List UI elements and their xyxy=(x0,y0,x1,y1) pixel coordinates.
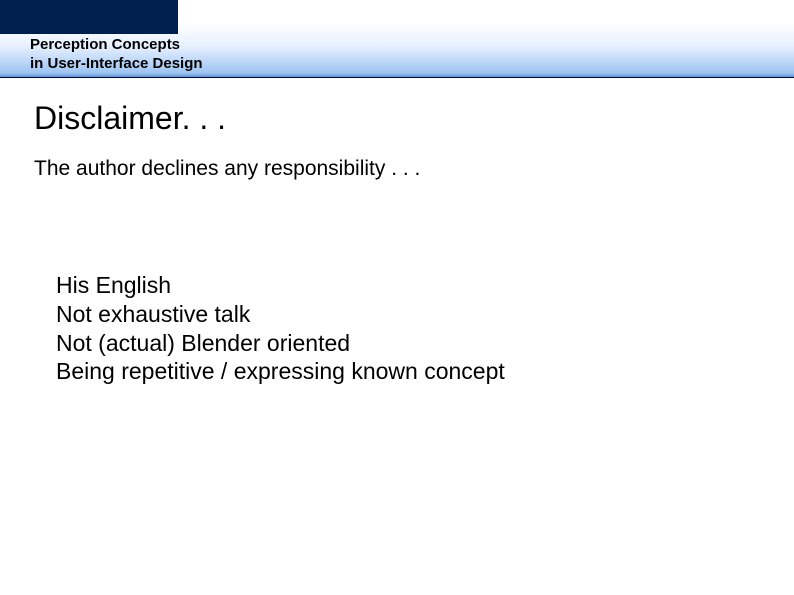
slide-body: His English Not exhaustive talk Not (act… xyxy=(34,271,760,386)
header-band: Perception Concepts in User-Interface De… xyxy=(0,0,794,78)
point-item: Not (actual) Blender oriented xyxy=(56,329,760,358)
slide-content: Disclaimer. . . The author declines any … xyxy=(0,78,794,386)
slide-subtitle: The author declines any responsibility .… xyxy=(34,157,760,181)
header-title-line1: Perception Concepts xyxy=(30,36,203,55)
point-item: Not exhaustive talk xyxy=(56,300,760,329)
header-title-line2: in User-Interface Design xyxy=(30,55,203,74)
header-accent-box xyxy=(0,0,178,34)
point-item: His English xyxy=(56,271,760,300)
point-item: Being repetitive / expressing known conc… xyxy=(56,357,760,386)
presentation-header-title: Perception Concepts in User-Interface De… xyxy=(30,36,203,74)
slide-title: Disclaimer. . . xyxy=(34,100,760,137)
